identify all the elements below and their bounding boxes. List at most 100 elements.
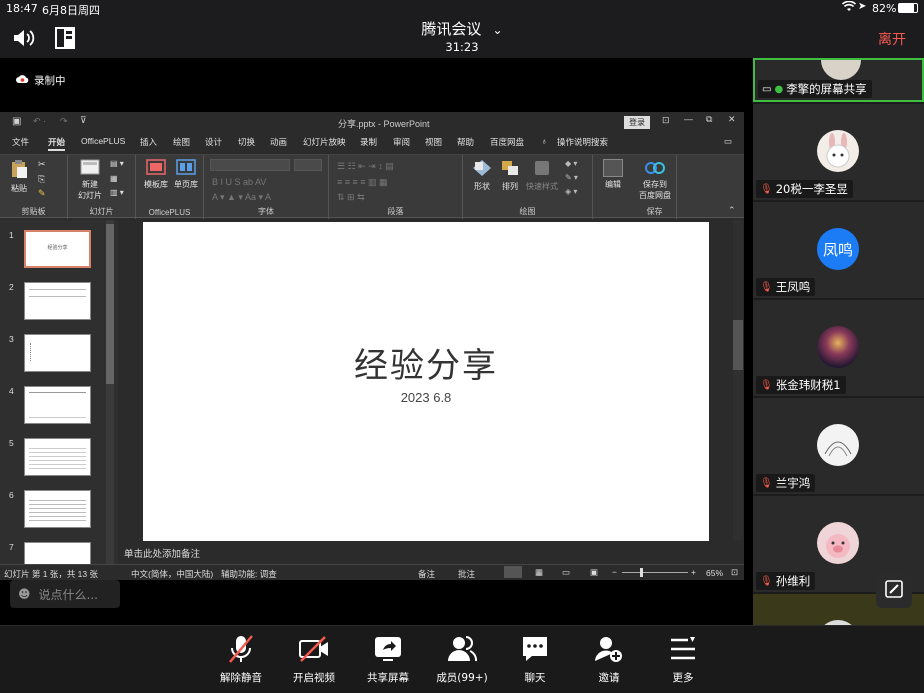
normal-view-icon[interactable] [504, 566, 522, 578]
tab-file[interactable]: 文件 [12, 136, 29, 148]
arrange-button[interactable]: 排列 [497, 159, 523, 192]
participant-tile-screen-share[interactable]: ▭ ● 李擎的屏幕共享 [753, 58, 924, 102]
notes-pane[interactable]: 单击此处添加备注 [118, 544, 744, 560]
save-baidu-button[interactable]: 保存到 百度网盘 [633, 159, 677, 201]
share-screen-button[interactable]: 共享屏幕 [356, 634, 420, 685]
slide-scrollbar[interactable] [733, 220, 743, 540]
tab-record[interactable]: 录制 [360, 136, 377, 148]
slide-thumb-2[interactable] [24, 282, 91, 320]
minimize-icon[interactable]: — [684, 114, 693, 124]
screen-share-icon: ▭ [762, 83, 772, 95]
new-slide-button[interactable]: 新建 幻灯片 [72, 159, 108, 201]
start-video-button[interactable]: 开启视频 [282, 634, 346, 685]
slideshow-icon[interactable]: ▣ [590, 567, 598, 578]
slide-thumb-4[interactable] [24, 386, 91, 424]
tab-animations[interactable]: 动画 [270, 136, 287, 148]
comment-icon[interactable]: ▭ [724, 136, 732, 147]
slide-canvas[interactable]: 经验分享 2023 6.8 [143, 222, 709, 541]
video-off-icon [282, 634, 346, 664]
tab-review[interactable]: 审阅 [393, 136, 410, 148]
accessibility-status[interactable]: 辅助功能: 调查 [221, 568, 277, 580]
font-size-select[interactable] [294, 159, 322, 171]
thumbs-scrollbar[interactable] [106, 220, 114, 568]
fit-slide-icon[interactable]: ⊡ [731, 567, 738, 578]
zoom-level[interactable]: 65% [706, 568, 723, 578]
close-icon[interactable]: ✕ [728, 114, 736, 125]
layout-switch-icon[interactable] [55, 27, 75, 53]
mic-muted-icon: 🎙 [760, 281, 773, 293]
tab-draw[interactable]: 绘图 [173, 136, 190, 148]
tell-me-search[interactable]: 操作说明搜索 [557, 136, 608, 148]
quick-style-button[interactable]: 快速样式 [525, 159, 559, 192]
slide-thumb-6[interactable] [24, 490, 91, 528]
template-library-button[interactable]: 模板库 [142, 159, 170, 190]
tab-baidu[interactable]: 百度网盘 [490, 136, 524, 148]
participant-tile[interactable]: 凤鸣 🎙 王凤鸣 [753, 202, 924, 298]
cut-icon[interactable]: ✂ [38, 159, 46, 170]
undo-icon[interactable]: ↶ · [33, 116, 46, 127]
direction-icons[interactable]: ⇅ ⊞ ⇆ [337, 192, 365, 203]
more-button[interactable]: 更多 [651, 634, 715, 685]
align-icons[interactable]: ≡ ≡ ≡ ≡ ▥ ▦ [337, 177, 388, 188]
shape-outline-icon[interactable]: ✎ ▾ [565, 173, 578, 182]
list-icons[interactable]: ☰ ☷ ⇤ ⇥ ↕ ▤ [337, 161, 394, 172]
shape-button[interactable]: 形状 [469, 159, 495, 192]
reset-icon[interactable]: ▦ [110, 174, 118, 183]
language-status[interactable]: 中文(简体，中国大陆) [131, 568, 213, 580]
shape-effects-icon[interactable]: ◈ ▾ [565, 187, 577, 196]
slide-sorter-icon[interactable]: ▦ [535, 567, 543, 578]
slide-thumb-5[interactable] [24, 438, 91, 476]
format-painter-icon[interactable]: ✎ [38, 188, 46, 199]
slide-title[interactable]: 经验分享 [143, 338, 709, 387]
slide-thumb-3[interactable] [24, 334, 91, 372]
font-color-icons[interactable]: A ▾ ▲ ▾ Aa ▾ A [212, 192, 271, 203]
single-page-library-button[interactable]: 单页库 [172, 159, 200, 190]
comments-toggle[interactable]: 批注 [458, 568, 475, 580]
meeting-title-area[interactable]: 腾讯会议 ⌄ 31:23 [380, 18, 544, 54]
notes-toggle[interactable]: 备注 [418, 568, 435, 580]
chat-button[interactable]: 聊天 [503, 634, 567, 685]
restore-icon[interactable]: ⧉ [706, 114, 712, 125]
slide-subtitle[interactable]: 2023 6.8 [143, 390, 709, 405]
emoji-icon[interactable]: ☻ [18, 587, 31, 601]
shape-fill-icon[interactable]: ◆ ▾ [565, 159, 577, 168]
section-icon[interactable]: ▥ ▾ [110, 188, 124, 197]
slide-thumb-1[interactable]: 经验分享 [24, 230, 91, 268]
font-style-icons[interactable]: B I U S ab AV [212, 177, 266, 187]
zoom-slider[interactable] [622, 568, 688, 577]
zoom-in-icon[interactable]: + [691, 567, 696, 577]
customize-qat-icon[interactable]: ⊽ [80, 115, 87, 126]
invite-button[interactable]: 邀请 [577, 634, 641, 685]
tab-help[interactable]: 帮助 [457, 136, 474, 148]
members-button[interactable]: 成员(99+) [430, 634, 494, 685]
save-icon[interactable]: ▣ [12, 116, 21, 127]
participant-tile[interactable]: 🎙 兰宇鸿 [753, 398, 924, 494]
chat-input[interactable]: ☻ 说点什么... [10, 580, 120, 608]
tab-transitions[interactable]: 切换 [238, 136, 255, 148]
participant-tile[interactable]: 🎙 张金玮财税1 [753, 300, 924, 396]
tab-home[interactable]: 开始 [48, 136, 66, 151]
paste-button[interactable]: 粘贴 [6, 159, 32, 194]
annotate-button[interactable] [876, 574, 912, 608]
layout-icon[interactable]: ▤ ▾ [110, 159, 124, 168]
redo-icon[interactable]: ↷ [60, 116, 68, 127]
group-editing: 编辑 [593, 155, 633, 219]
tab-insert[interactable]: 插入 [140, 136, 157, 148]
tab-officeplus[interactable]: OfficePLUS [81, 136, 125, 146]
unmute-button[interactable]: 解除静音 [209, 634, 273, 685]
meeting-duration: 31:23 [445, 40, 479, 54]
tab-slideshow[interactable]: 幻灯片放映 [303, 136, 346, 148]
copy-icon[interactable]: ⎘ [38, 174, 45, 185]
speaker-icon[interactable] [12, 28, 36, 52]
tab-design[interactable]: 设计 [205, 136, 222, 148]
tab-view[interactable]: 视图 [425, 136, 442, 148]
reading-view-icon[interactable]: ▭ [562, 567, 570, 578]
zoom-out-icon[interactable]: − [612, 567, 617, 577]
login-button[interactable]: 登录 [624, 116, 650, 129]
participant-tile[interactable]: 🎙 20税一李圣昱 [753, 104, 924, 200]
collapse-ribbon-icon[interactable]: ⌃ [728, 205, 736, 216]
font-name-select[interactable] [210, 159, 290, 171]
leave-button[interactable]: 离开 [878, 29, 906, 49]
ribbon-display-icon[interactable]: ⊡ [662, 115, 670, 126]
edit-button[interactable]: 编辑 [597, 159, 629, 190]
